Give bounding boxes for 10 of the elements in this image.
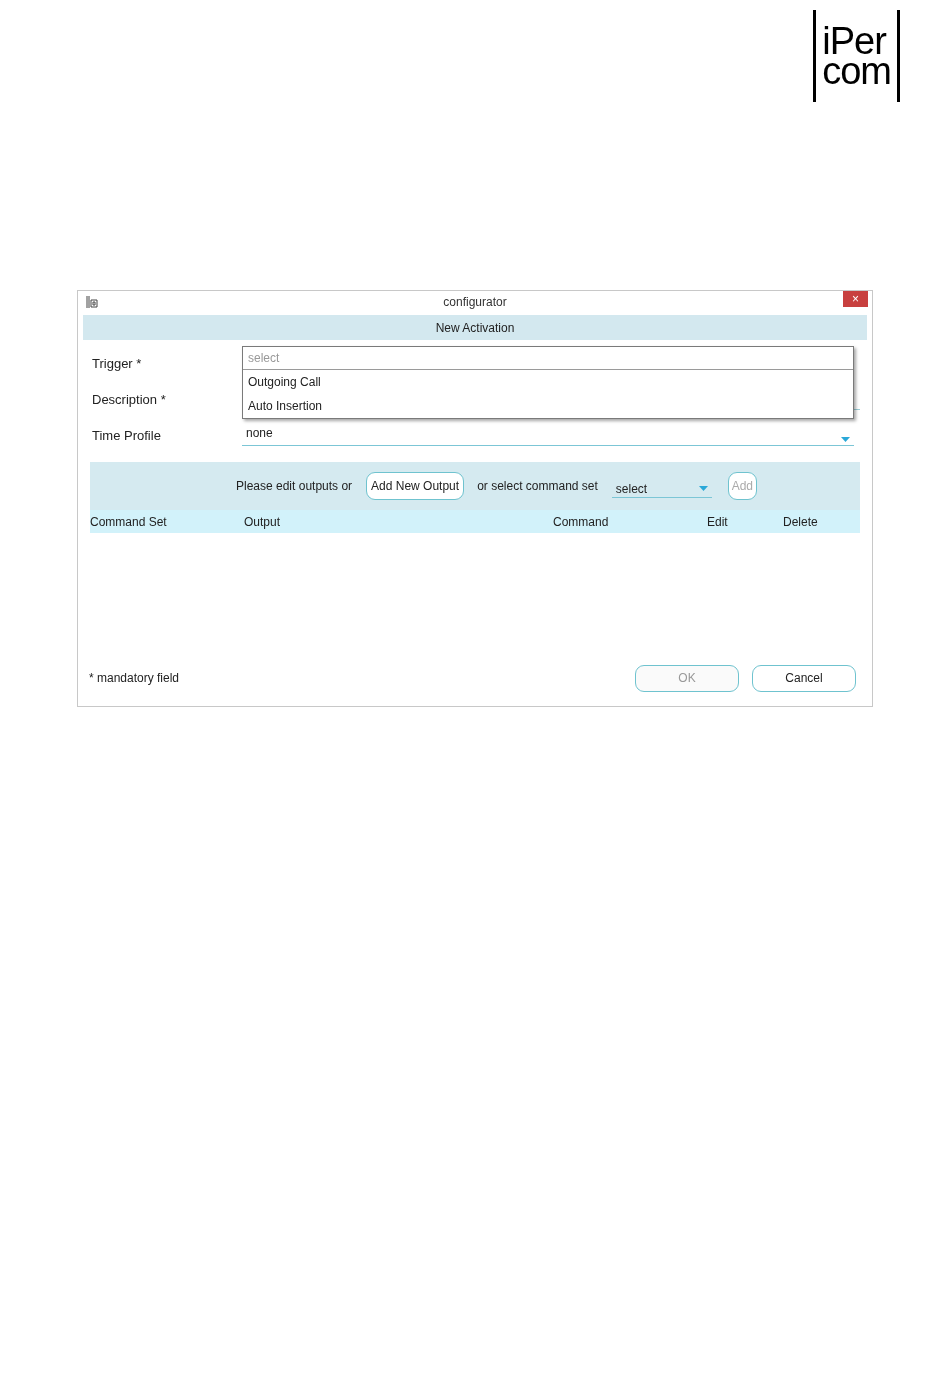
- field-label: Description *: [92, 391, 167, 410]
- mandatory-note: * mandatory field: [89, 670, 180, 687]
- add-button: Add: [727, 472, 757, 500]
- prompt-text: Please edit outputs or: [236, 478, 353, 495]
- window-title: configurator: [443, 294, 507, 311]
- field-label: Time Profile: [92, 427, 162, 446]
- field-label: Trigger *: [92, 355, 143, 374]
- dialog-header: New Activation: [83, 315, 867, 340]
- logo: iPer com: [813, 10, 900, 102]
- command-set-text: or select command set: [477, 478, 598, 495]
